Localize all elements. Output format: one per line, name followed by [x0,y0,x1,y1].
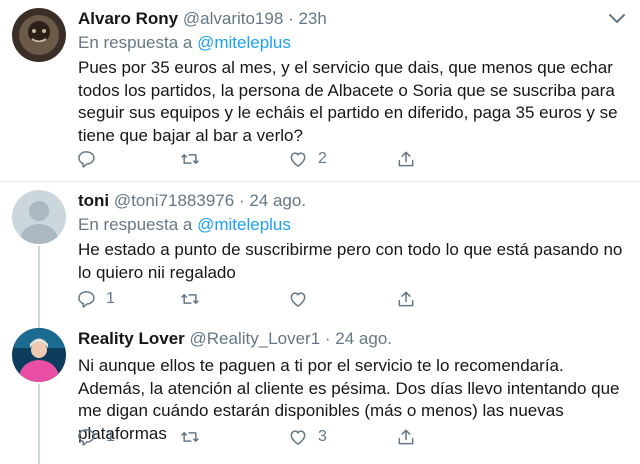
tweet-text: Pues por 35 euros al mes, y el servicio … [78,58,618,145]
share-button[interactable] [396,425,416,449]
user-handle[interactable]: @alvarito198 [183,9,283,28]
reply-button[interactable]: 1 [76,287,115,311]
like-button[interactable]: 3 [288,425,327,449]
retweet-button[interactable] [180,287,210,311]
like-button[interactable]: 2 [288,147,327,171]
thread-line [38,246,40,320]
separator-dot: · [288,9,294,28]
reply-icon [76,427,96,447]
retweet-icon [180,289,200,309]
tweet-actions: 2 [76,147,436,171]
tweet-alvaro-rony[interactable]: Alvaro Rony @alvarito198 · 23h En respue… [0,0,640,182]
tweet-actions: 1 3 [76,425,436,449]
tweet-header: toni @toni71883976 · 24 ago. [78,190,634,214]
like-icon [288,427,308,447]
reply-icon [76,149,96,169]
avatar[interactable] [12,328,66,382]
reply-count: 1 [106,290,115,307]
reply-prefix: En respuesta a [78,215,193,234]
retweet-icon [180,427,200,447]
avatar[interactable] [12,190,66,244]
display-name[interactable]: Alvaro Rony [78,9,178,28]
tweet-toni[interactable]: toni @toni71883976 · 24 ago. En respuest… [0,182,640,320]
share-button[interactable] [396,147,416,171]
reply-mention-link[interactable]: @miteleplus [197,215,291,234]
share-icon [396,427,416,447]
thread-line [38,320,40,328]
reply-mention-link[interactable]: @miteleplus [197,33,291,52]
reply-count: 1 [106,428,115,445]
reply-button[interactable]: 1 [76,425,115,449]
reply-context: En respuesta a @miteleplus [78,214,634,236]
retweet-button[interactable] [180,425,210,449]
separator-dot: · [238,191,245,210]
share-icon [396,149,416,169]
share-icon [396,289,416,309]
share-button[interactable] [396,287,416,311]
retweet-icon [180,149,200,169]
user-handle[interactable]: @Reality_Lover1 [190,329,321,348]
reply-icon [76,289,96,309]
timestamp[interactable]: 23h [298,9,326,28]
avatar[interactable] [12,8,66,62]
timestamp[interactable]: 24 ago. [249,191,306,210]
like-icon [288,149,308,169]
retweet-button[interactable] [180,147,210,171]
display-name[interactable]: Reality Lover [78,329,185,348]
reply-button[interactable] [76,147,106,171]
user-handle[interactable]: @toni71883976 [114,191,234,210]
tweet-text: He estado a punto de suscribirme pero co… [78,240,623,282]
thread-line [38,384,40,464]
timestamp[interactable]: 24 ago. [335,329,392,348]
tweet-header: Alvaro Rony @alvarito198 · 23h [78,8,634,32]
like-icon [288,289,308,309]
like-button[interactable] [288,287,318,311]
tweet-reality-lover[interactable]: Reality Lover @Reality_Lover1 · 24 ago. … [0,320,640,464]
like-count: 3 [318,428,327,445]
display-name[interactable]: toni [78,191,109,210]
reply-prefix: En respuesta a [78,33,193,52]
separator-dot: · [324,329,331,348]
reply-context: En respuesta a @miteleplus [78,32,634,54]
like-count: 2 [318,150,327,167]
tweet-header: Reality Lover @Reality_Lover1 · 24 ago. [78,328,634,352]
tweet-actions: 1 [76,287,436,311]
